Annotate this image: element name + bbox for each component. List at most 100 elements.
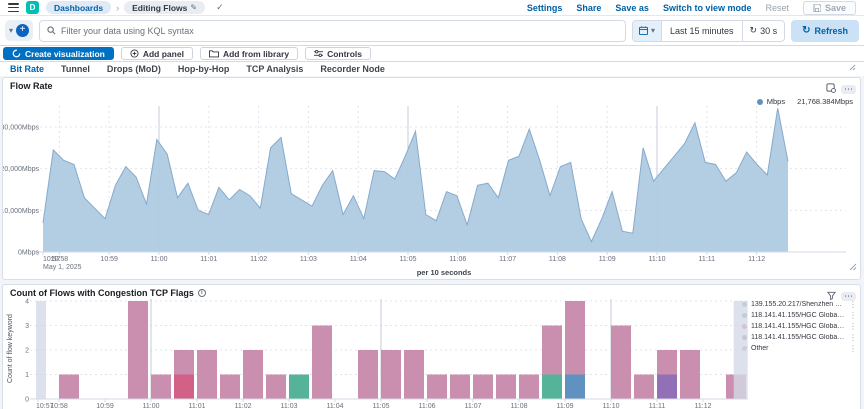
bar-segment	[404, 350, 424, 399]
x-tick-label: 11:09	[557, 403, 574, 409]
menu-icon[interactable]	[8, 3, 19, 12]
dashboard-canvas: Flow Rate ⋯ Mbps 21,768.384Mbps 10:57 10:…	[0, 76, 864, 409]
bar-segment	[266, 374, 286, 399]
top-nav: D Dashboards › Editing Flows ✎ ✓ Setting…	[0, 0, 864, 16]
edit-toolbar: Create visualization Add panel Add from …	[0, 46, 864, 62]
x-tick-label: 10:59	[100, 256, 118, 263]
x-tick-label: 11:07	[465, 403, 482, 409]
bar-segment	[427, 374, 447, 399]
y-tick-label: 20,000Mbps	[3, 166, 39, 173]
add-from-library-button[interactable]: Add from library	[199, 47, 299, 60]
nav-link-share[interactable]: Share	[576, 3, 601, 13]
x-tick-label: 10:59	[96, 403, 114, 409]
app-logo[interactable]: D	[26, 1, 39, 14]
save-label: Save	[824, 2, 846, 13]
refresh-interval-button[interactable]: ↻ 30 s	[741, 20, 785, 41]
add-panel-button[interactable]: Add panel	[120, 47, 193, 60]
add-panel-label: Add panel	[142, 48, 184, 59]
bar-segment	[565, 301, 585, 375]
bar-segment	[128, 301, 148, 399]
bar-segment	[381, 350, 401, 399]
tab-drops-mod-[interactable]: Drops (MoD)	[107, 64, 161, 74]
kql-search-input[interactable]	[61, 25, 618, 36]
filter-group: ▾ +	[5, 20, 34, 41]
bar-segment	[151, 374, 171, 399]
x-tick-label: 11:10	[603, 403, 620, 409]
flow-rate-panel: Flow Rate ⋯ Mbps 21,768.384Mbps 10:57 10:…	[2, 77, 861, 280]
nav-link-save-as[interactable]: Save as	[615, 3, 649, 13]
tab-tunnel[interactable]: Tunnel	[61, 64, 90, 74]
add-from-library-label: Add from library	[222, 48, 290, 59]
y-tick-label: 0Mbps	[18, 250, 40, 257]
time-picker: ▾ Last 15 minutes ↻ 30 s	[631, 19, 786, 42]
x-tick-label: 11:07	[499, 256, 516, 263]
create-visualization-button[interactable]: Create visualization	[3, 47, 114, 60]
y-axis-title: Count of flow keyword	[7, 314, 14, 383]
chevron-down-icon: ▾	[650, 25, 655, 35]
breadcrumb-label: Editing Flows	[132, 2, 188, 13]
flow-rate-chart[interactable]: 10:5710:58 10:59 11:00 11:01 11:02 11:03 11:04…	[3, 78, 860, 279]
dashboard-tabs: Bit Rate Tunnel Drops (MoD) Hop-by-Hop TCP A…	[0, 62, 864, 76]
time-range-button[interactable]: Last 15 minutes	[662, 21, 742, 41]
search-icon	[47, 26, 56, 35]
query-bar: ▾ + ▾ Last 15 minutes ↻ 30 s ↻ Refresh	[0, 16, 864, 46]
x-tick-label: 10:58	[50, 403, 68, 409]
x-tick-label: 11:08	[549, 256, 566, 263]
congestion-panel: Count of Flows with Congestion TCP Flags…	[2, 284, 861, 409]
x-tick-label: 11:10	[649, 256, 666, 263]
reset-button[interactable]: Reset	[765, 3, 789, 13]
tab-bit-rate[interactable]: Bit Rate	[10, 64, 44, 74]
x-tick-label: 11:03	[300, 256, 317, 263]
x-tick-label: 11:01	[189, 403, 206, 409]
save-button[interactable]: Save	[802, 0, 856, 15]
bar-segment	[542, 374, 562, 399]
clock-refresh-icon: ↻	[749, 25, 758, 35]
y-tick-label: 10,000Mbps	[3, 208, 39, 215]
nav-links: Settings Share Save as Switch to view mode …	[527, 0, 856, 15]
sliders-icon	[314, 49, 324, 58]
bar-segment	[680, 350, 700, 399]
add-filter-button[interactable]: +	[16, 24, 30, 37]
refresh-interval-value: 30 s	[760, 25, 778, 36]
refresh-button[interactable]: ↻ Refresh	[791, 19, 859, 42]
controls-button[interactable]: Controls	[305, 47, 372, 60]
chevron-down-icon[interactable]: ▾	[9, 26, 13, 35]
y-tick-label: 30,000Mbps	[3, 124, 39, 131]
x-tick-label: 11:11	[649, 403, 666, 409]
bar-segment	[496, 374, 516, 399]
congestion-chart[interactable]: 10:5710:58 10:59 11:00 11:01 11:02 11:03 11:04…	[3, 285, 860, 409]
tab-hop-by-hop[interactable]: Hop-by-Hop	[178, 64, 230, 74]
y-tick-label: 0	[25, 397, 29, 404]
y-tick-label: 1	[25, 372, 29, 379]
dashboard-app: D Dashboards › Editing Flows ✎ ✓ Setting…	[0, 0, 864, 409]
tab-recorder-node[interactable]: Recorder Node	[320, 64, 385, 74]
kql-search-box[interactable]	[39, 19, 626, 42]
bar-segment	[657, 374, 677, 399]
x-tick-label: 11:06	[419, 403, 436, 409]
date-picker-button[interactable]: ▾	[632, 20, 662, 41]
bar-segment	[312, 325, 332, 399]
bar-segment	[634, 374, 654, 399]
resize-handle-icon[interactable]	[849, 63, 856, 73]
breadcrumb-editing-flows[interactable]: Editing Flows ✎	[124, 1, 206, 14]
x-tick-label: 11:12	[748, 256, 765, 263]
panel-resize-handle-icon[interactable]	[849, 258, 857, 276]
bar-segment	[243, 350, 263, 399]
x-axis-title: per 10 seconds	[417, 268, 472, 277]
check-icon: ✓	[216, 2, 224, 12]
bar-segment	[358, 350, 378, 399]
bar-segment	[59, 374, 79, 399]
bar-segment	[174, 350, 194, 375]
x-tick-label: 11:09	[599, 256, 616, 263]
bar-segment	[197, 350, 217, 399]
bar-segment	[733, 301, 748, 399]
x-tick-label: 11:08	[511, 403, 528, 409]
tab-tcp-analysis[interactable]: TCP Analysis	[246, 64, 303, 74]
bar-segment	[519, 374, 539, 399]
nav-link-settings[interactable]: Settings	[527, 3, 563, 13]
breadcrumb-dashboards[interactable]: Dashboards	[46, 1, 112, 14]
bar-segment	[36, 301, 46, 399]
bar-segment	[611, 325, 631, 399]
pencil-icon: ✎	[190, 3, 198, 12]
nav-link-switch-to-view-mode[interactable]: Switch to view mode	[663, 3, 752, 13]
